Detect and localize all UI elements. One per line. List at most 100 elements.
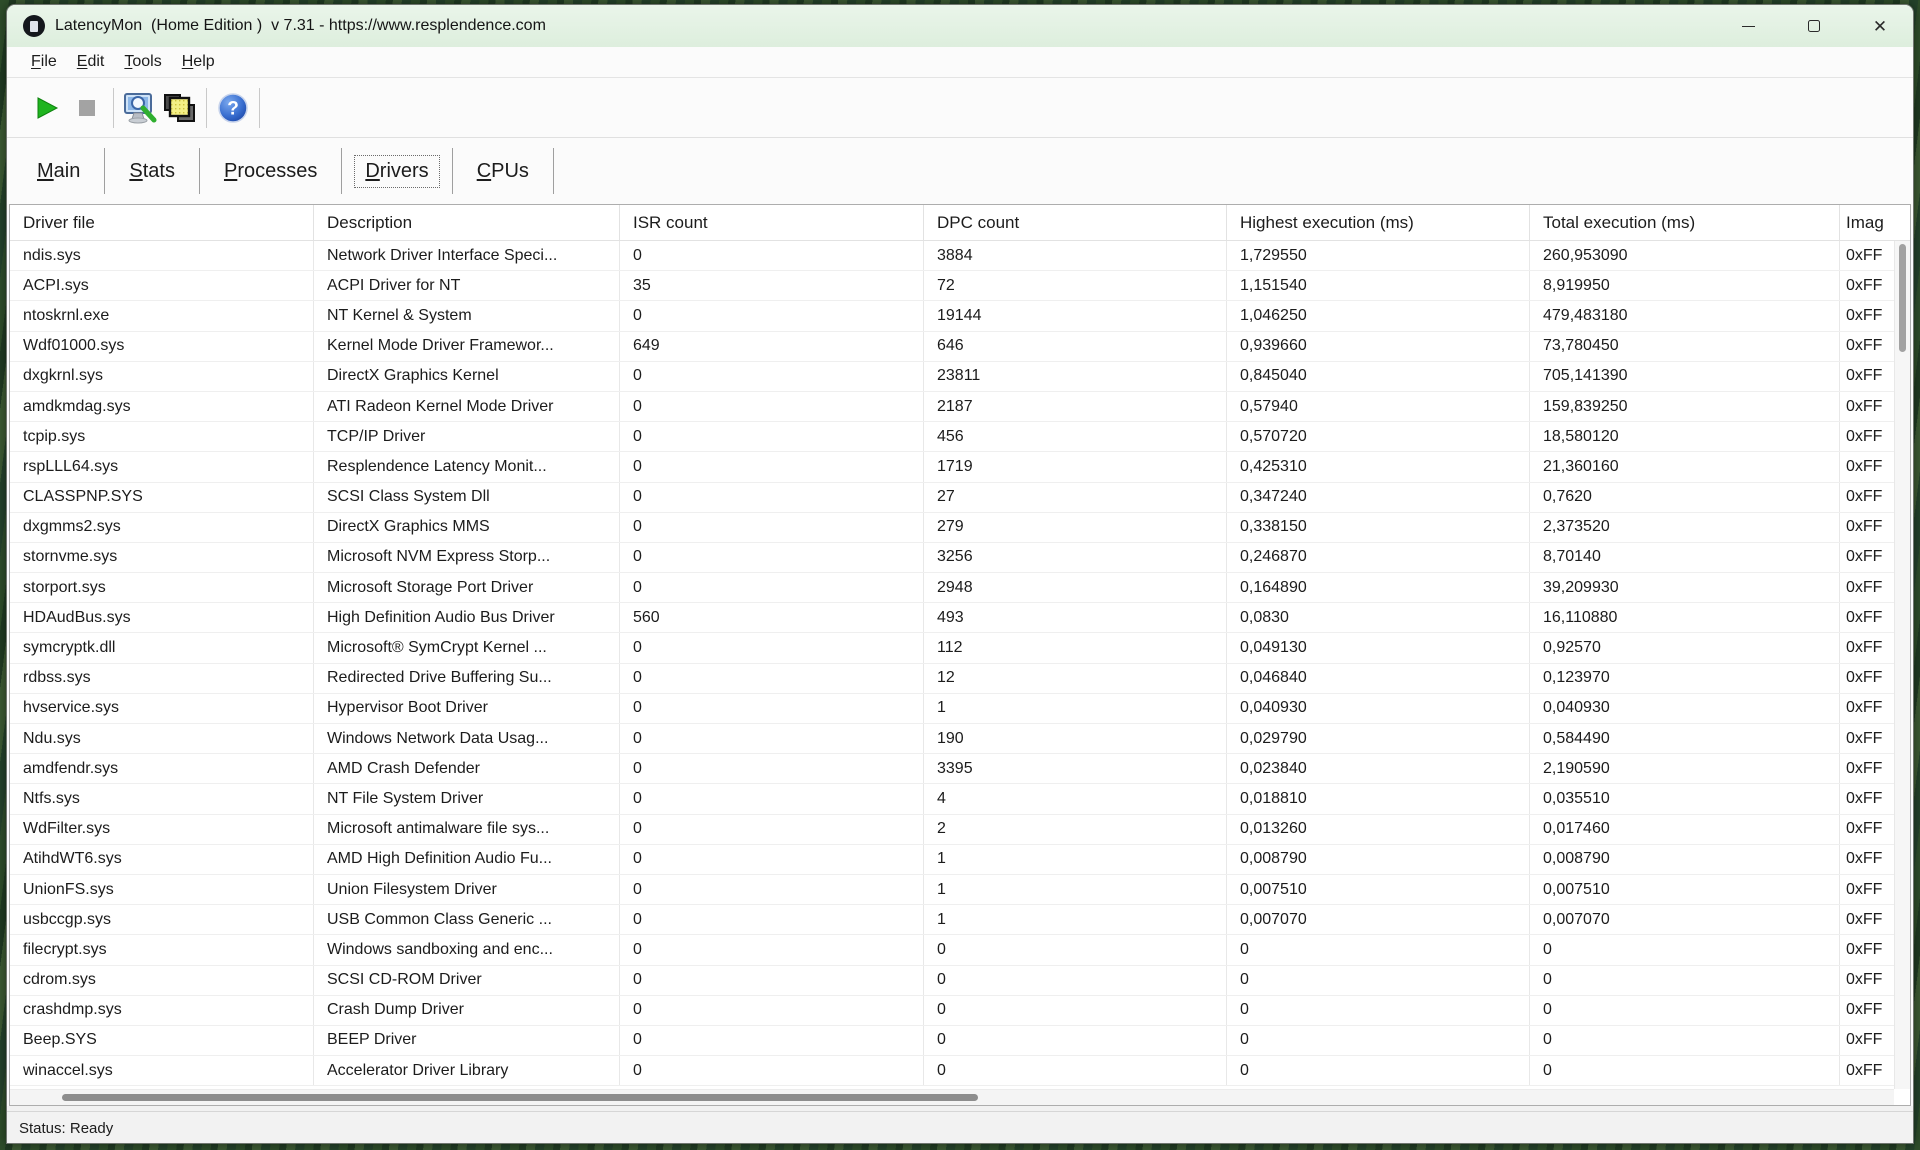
table-cell: 0 [620, 694, 924, 723]
table-cell: 3395 [924, 754, 1227, 783]
table-row[interactable]: Beep.SYSBEEP Driver00000xFF [10, 1026, 1894, 1056]
options-button[interactable] [120, 87, 160, 129]
table-row[interactable]: AtihdWT6.sysAMD High Definition Audio Fu… [10, 845, 1894, 875]
table-row[interactable]: symcryptk.dllMicrosoft® SymCrypt Kernel … [10, 633, 1894, 663]
table-cell: USB Common Class Generic ... [314, 905, 620, 934]
table-cell: 0 [620, 573, 924, 602]
maximize-icon [1808, 20, 1820, 32]
tab-main[interactable]: Main [25, 154, 92, 189]
table-row[interactable]: hvservice.sysHypervisor Boot Driver010,0… [10, 694, 1894, 724]
table-cell: 2,190590 [1530, 754, 1840, 783]
column-header[interactable]: ISR count [620, 205, 924, 240]
table-cell: 560 [620, 603, 924, 632]
svg-text:?: ? [227, 98, 239, 119]
table-cell: 112 [924, 633, 1227, 662]
menu-file[interactable]: File [21, 50, 67, 74]
table-row[interactable]: tcpip.sysTCP/IP Driver04560,57072018,580… [10, 422, 1894, 452]
table-cell: 0 [924, 1026, 1227, 1055]
table-cell: 0xFF [1840, 332, 1894, 361]
column-header[interactable]: DPC count [924, 205, 1227, 240]
table-row[interactable]: storport.sysMicrosoft Storage Port Drive… [10, 573, 1894, 603]
table-row[interactable]: UnionFS.sysUnion Filesystem Driver010,00… [10, 875, 1894, 905]
table-row[interactable]: ACPI.sysACPI Driver for NT35721,1515408,… [10, 271, 1894, 301]
table-row[interactable]: rdbss.sysRedirected Drive Buffering Su..… [10, 664, 1894, 694]
table-cell: Microsoft antimalware file sys... [314, 815, 620, 844]
table-cell: 0xFF [1840, 694, 1894, 723]
maximize-button[interactable] [1781, 5, 1847, 47]
status-text: Status: Ready [19, 1120, 113, 1137]
table-cell: 27 [924, 483, 1227, 512]
column-header[interactable]: Driver file [10, 205, 314, 240]
horizontal-scrollbar[interactable] [10, 1089, 1894, 1105]
table-row[interactable]: stornvme.sysMicrosoft NVM Express Storp.… [10, 543, 1894, 573]
table-cell: 0xFF [1840, 845, 1894, 874]
table-cell: ntoskrnl.exe [10, 301, 314, 330]
table-cell: storport.sys [10, 573, 314, 602]
table-header: Driver fileDescriptionISR countDPC count… [10, 205, 1910, 241]
tab-processes[interactable]: Processes [212, 154, 329, 189]
column-header[interactable]: Description [314, 205, 620, 240]
table-cell: 0 [620, 452, 924, 481]
table-cell: 0 [1227, 1026, 1530, 1055]
table-row[interactable]: dxgmms2.sysDirectX Graphics MMS02790,338… [10, 513, 1894, 543]
tab-drivers[interactable]: Drivers [354, 155, 439, 188]
table-row[interactable]: amdkmdag.sysATI Radeon Kernel Mode Drive… [10, 392, 1894, 422]
table-cell: 0 [1530, 1026, 1840, 1055]
table-row[interactable]: Ndu.sysWindows Network Data Usag...01900… [10, 724, 1894, 754]
table-row[interactable]: HDAudBus.sysHigh Definition Audio Bus Dr… [10, 603, 1894, 633]
help-icon: ? [217, 92, 249, 124]
column-header[interactable]: Highest execution (ms) [1227, 205, 1530, 240]
vertical-scrollbar-thumb[interactable] [1899, 244, 1906, 352]
table-cell: 0 [924, 966, 1227, 995]
table-row[interactable]: ntoskrnl.exeNT Kernel & System0191441,04… [10, 301, 1894, 331]
menu-help[interactable]: Help [172, 50, 225, 74]
table-row[interactable]: dxgkrnl.sysDirectX Graphics Kernel023811… [10, 362, 1894, 392]
table-cell: 0xFF [1840, 784, 1894, 813]
table-row[interactable]: cdrom.sysSCSI CD-ROM Driver00000xFF [10, 966, 1894, 996]
title-bar[interactable]: LatencyMon (Home Edition ) v 7.31 - http… [7, 5, 1913, 47]
table-cell: 23811 [924, 362, 1227, 391]
table-cell: 1,151540 [1227, 271, 1530, 300]
tab-stats[interactable]: Stats [117, 154, 187, 189]
tab-cpus[interactable]: CPUs [465, 154, 541, 189]
toolbar-separator [206, 88, 207, 128]
table-row[interactable]: winaccel.sysAccelerator Driver Library00… [10, 1056, 1894, 1086]
table-row[interactable]: ndis.sysNetwork Driver Interface Speci..… [10, 241, 1894, 271]
table-cell: stornvme.sys [10, 543, 314, 572]
table-cell: 0xFF [1840, 815, 1894, 844]
table-row[interactable]: amdfendr.sysAMD Crash Defender033950,023… [10, 754, 1894, 784]
column-header[interactable]: Total execution (ms) [1530, 205, 1840, 240]
table-cell: 0 [620, 392, 924, 421]
table-row[interactable]: Wdf01000.sysKernel Mode Driver Framewor.… [10, 332, 1894, 362]
column-header[interactable]: Imag [1840, 205, 1910, 240]
table-cell: 0,029790 [1227, 724, 1530, 753]
table-row[interactable]: usbccgp.sysUSB Common Class Generic ...0… [10, 905, 1894, 935]
table-row[interactable]: WdFilter.sysMicrosoft antimalware file s… [10, 815, 1894, 845]
table-cell: 2948 [924, 573, 1227, 602]
menu-edit[interactable]: Edit [67, 50, 115, 74]
table-cell: 0 [620, 724, 924, 753]
table-cell: amdkmdag.sys [10, 392, 314, 421]
table-cell: 0,007510 [1227, 875, 1530, 904]
table-cell: Beep.SYS [10, 1026, 314, 1055]
stop-monitor-button[interactable] [67, 87, 107, 129]
close-button[interactable]: ✕ [1847, 5, 1913, 47]
copy-report-button[interactable] [160, 87, 200, 129]
horizontal-scrollbar-thumb[interactable] [62, 1094, 978, 1101]
minimize-button[interactable] [1715, 5, 1781, 47]
start-monitor-button[interactable] [27, 87, 67, 129]
table-row[interactable]: filecrypt.sysWindows sandboxing and enc.… [10, 935, 1894, 965]
table-row[interactable]: CLASSPNP.SYSSCSI Class System Dll0270,34… [10, 483, 1894, 513]
table-cell: 2187 [924, 392, 1227, 421]
table-cell: 0 [924, 1056, 1227, 1085]
menu-tools[interactable]: Tools [114, 50, 171, 74]
table-row[interactable]: rspLLL64.sysResplendence Latency Monit..… [10, 452, 1894, 482]
table-row[interactable]: Ntfs.sysNT File System Driver040,0188100… [10, 784, 1894, 814]
help-button[interactable]: ? [213, 87, 253, 129]
table-cell: AMD Crash Defender [314, 754, 620, 783]
table-cell: 0,57940 [1227, 392, 1530, 421]
table-row[interactable]: crashdmp.sysCrash Dump Driver00000xFF [10, 996, 1894, 1026]
play-icon [34, 95, 60, 121]
table-cell: 260,953090 [1530, 241, 1840, 270]
vertical-scrollbar[interactable] [1894, 241, 1910, 1089]
